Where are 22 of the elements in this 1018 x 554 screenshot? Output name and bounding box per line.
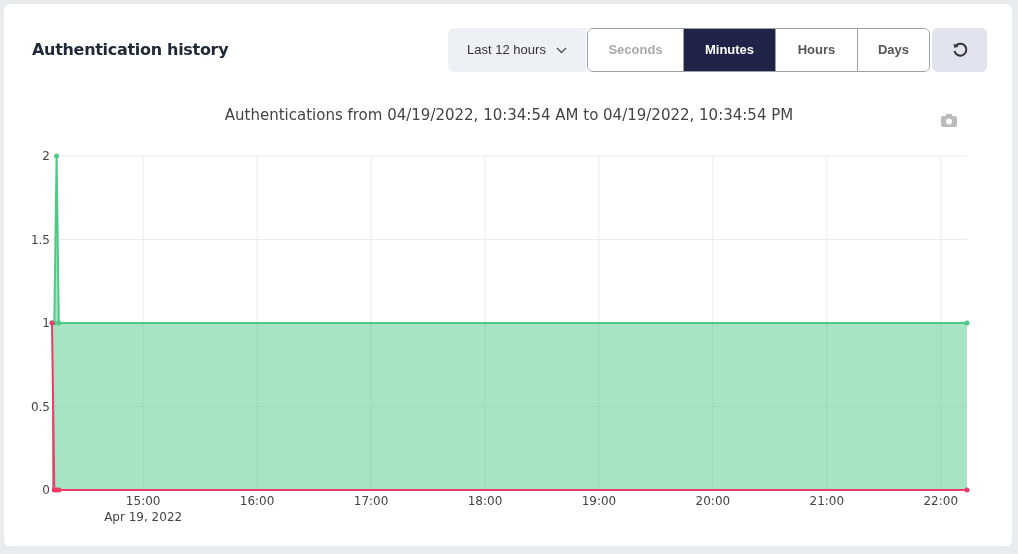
y-axis-label: 2: [42, 149, 50, 163]
card-title: Authentication history: [32, 39, 229, 61]
x-axis-label: 16:00: [239, 494, 275, 508]
x-axis-label: 17:00: [353, 494, 389, 508]
x-axis-label: 18:00: [467, 494, 503, 508]
x-axis-date-label: Apr 19, 2022: [104, 510, 183, 524]
time-range-dropdown[interactable]: Last 12 hours: [448, 28, 586, 72]
x-axis-label: 20:00: [695, 494, 731, 508]
x-axis-label: 22:00: [923, 494, 959, 508]
chevron-down-icon: [555, 46, 567, 54]
y-axis-label: 0.5: [30, 399, 50, 414]
y-axis-label: 1: [42, 316, 50, 330]
granularity-tab[interactable]: Days: [857, 29, 929, 71]
y-axis-label: 0: [42, 483, 50, 497]
x-axis-label: 19:00: [581, 494, 617, 508]
chart-title: Authentications from 04/19/2022, 10:34:54 AM to 04/19/2022, 10:34:54 PM: [224, 106, 794, 124]
reset-icon: [951, 42, 968, 58]
reset-button[interactable]: [932, 28, 987, 72]
x-axis-label: 21:00: [809, 494, 845, 508]
x-axis-label: 15:00: [125, 494, 161, 508]
granularity-tab[interactable]: Minutes: [683, 29, 775, 71]
y-axis-label: 1.5: [30, 232, 50, 247]
